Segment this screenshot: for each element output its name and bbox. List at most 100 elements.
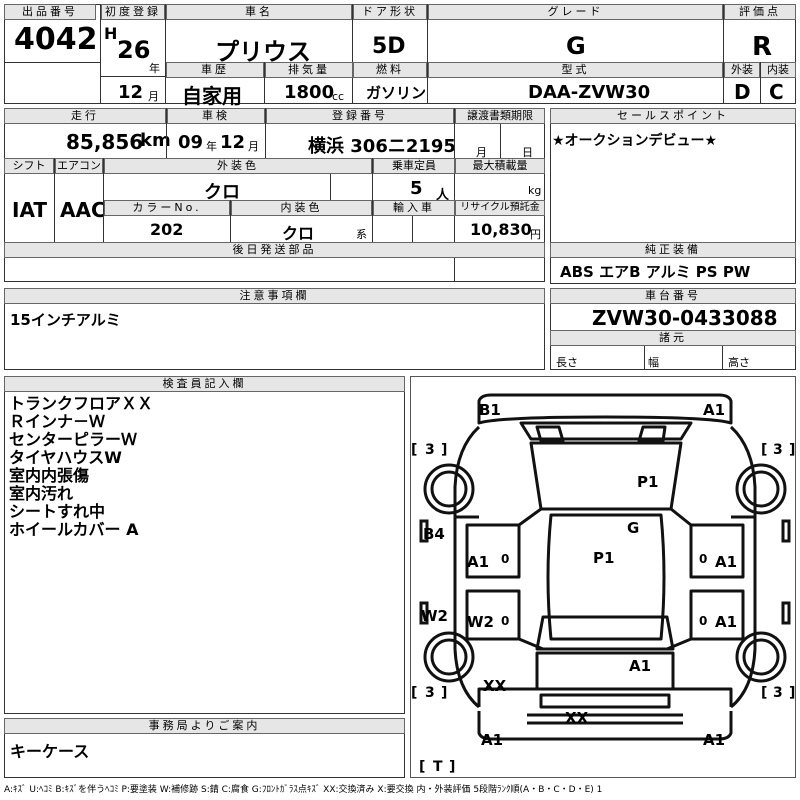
exterior-label: 外装 bbox=[724, 62, 760, 78]
svg-text:0: 0 bbox=[501, 614, 509, 628]
score-label: 評価点 bbox=[724, 4, 796, 20]
inspector-note: 室内内張傷 bbox=[9, 466, 90, 485]
fuel: ガソリン bbox=[366, 84, 427, 102]
recycle-label: リサイクル預託金 bbox=[455, 200, 545, 216]
int-color-label: 内装色 bbox=[231, 200, 372, 216]
spec-label: 諸元 bbox=[550, 330, 796, 346]
mileage: 85,856 bbox=[66, 130, 144, 154]
year-unit: 年 bbox=[149, 62, 160, 75]
lot-no: 4042 bbox=[14, 22, 98, 57]
tire-rl: 3 bbox=[425, 685, 435, 701]
svg-text:[: [ bbox=[419, 759, 425, 775]
code-g-windshield: G bbox=[627, 519, 639, 537]
tire-fl: 3 bbox=[425, 442, 435, 458]
displacement-label: 排気量 bbox=[265, 62, 353, 78]
office-note: キーケース bbox=[10, 742, 90, 761]
code-a1-trunk: A1 bbox=[629, 657, 651, 675]
chassis-no: ZVW30-0433088 bbox=[592, 306, 778, 330]
code-w2-side: W2 bbox=[421, 607, 448, 625]
code-b4: B4 bbox=[423, 525, 445, 543]
code-p1-hood: P1 bbox=[637, 473, 658, 491]
inspection-label: 車検 bbox=[167, 108, 265, 124]
chassis-label: 車台番号 bbox=[550, 288, 796, 304]
inspector-note: センターピラーＷ bbox=[9, 430, 138, 449]
car-diagram-svg: 0 0 0 0 B1 A1 P1 G P1 B4 A1 A1 W2 W2 A1 A1… bbox=[411, 393, 795, 775]
svg-text:]: ] bbox=[789, 685, 795, 701]
code-a1-rear-right-door: A1 bbox=[715, 613, 737, 631]
code-w2-rear-left-door: W2 bbox=[467, 613, 494, 631]
inspector-note: シートすれ中 bbox=[9, 502, 106, 521]
inspection-month-unit: 月 bbox=[248, 140, 259, 153]
caution-label: 注意事項欄 bbox=[4, 288, 545, 304]
inspector-note: Ｒインナ－Ｗ bbox=[9, 412, 106, 431]
max-load-label: 最大積載量 bbox=[455, 158, 545, 174]
first-reg-label: 初度登録 bbox=[101, 4, 165, 20]
ext-color-label: 外装色 bbox=[104, 158, 372, 174]
displacement-unit: cc bbox=[332, 90, 345, 103]
import-label: 輸入車 bbox=[373, 200, 455, 216]
sales-point: ★オークションデビュー★ bbox=[552, 133, 718, 149]
length-label: 長さ bbox=[556, 356, 578, 369]
history-label: 車歴 bbox=[166, 62, 264, 78]
door-label: ドア形状 bbox=[353, 4, 427, 20]
later-parts-label: 後日発送部品 bbox=[4, 242, 545, 258]
month-unit: 月 bbox=[148, 90, 159, 103]
svg-text:]: ] bbox=[441, 685, 447, 701]
width-label: 幅 bbox=[648, 356, 659, 369]
height-label: 高さ bbox=[728, 356, 750, 369]
transfer-label: 譲渡書類期限 bbox=[455, 108, 545, 124]
inspector-label: 検査員記入欄 bbox=[4, 376, 405, 392]
recycle-unit: 円 bbox=[530, 228, 541, 241]
car-name-label: 車名 bbox=[166, 4, 352, 20]
code-a1-front-left-door: A1 bbox=[467, 553, 489, 571]
svg-text:[: [ bbox=[761, 442, 767, 458]
code-a1-front-right-door: A1 bbox=[715, 553, 737, 571]
shift-label: シフト bbox=[4, 158, 54, 174]
equipment-label: 純正装備 bbox=[550, 242, 796, 258]
spare-tire: T bbox=[433, 759, 443, 775]
fuel-label: 燃料 bbox=[353, 62, 427, 78]
int-color: クロ bbox=[282, 224, 315, 243]
svg-text:]: ] bbox=[441, 442, 447, 458]
color-no-label: カラーNo. bbox=[104, 200, 230, 216]
equipment: ABS エアB アルミ PS PW bbox=[560, 263, 751, 281]
recycle: 10,830 bbox=[470, 220, 532, 239]
caution: 15インチアルミ bbox=[10, 311, 121, 329]
inspector-notes: トランクフロアＸＸ Ｒインナ－Ｗ センターピラーＷ タイヤハウスW 室内内張傷 室内汚れシ… bbox=[9, 395, 153, 539]
int-color-unit: 系 bbox=[356, 228, 367, 241]
grade: G bbox=[566, 32, 586, 60]
max-load-unit: kg bbox=[528, 184, 542, 197]
grade-label: グレード bbox=[428, 4, 723, 20]
inspection-year: 09 bbox=[178, 132, 204, 153]
history: 自家用 bbox=[182, 84, 242, 108]
sales-point-label: セールスポイント bbox=[550, 108, 796, 124]
code-a1-rear-left: A1 bbox=[481, 731, 503, 749]
interior-label: 内装 bbox=[760, 62, 796, 78]
aircon: AAC bbox=[60, 198, 106, 222]
capacity-label: 乗車定員 bbox=[373, 158, 455, 174]
damage-diagram: 0 0 0 0 B1 A1 P1 G P1 B4 A1 A1 W2 W2 A1 A1… bbox=[410, 376, 796, 778]
svg-text:]: ] bbox=[789, 442, 795, 458]
exterior-grade: D bbox=[734, 80, 751, 104]
inspector-note: 室内汚れ bbox=[9, 484, 74, 503]
displacement: 1800 bbox=[284, 82, 335, 103]
capacity: 5 bbox=[410, 178, 423, 199]
year: 26 bbox=[117, 36, 151, 64]
svg-text:0: 0 bbox=[699, 614, 707, 628]
lot-no-label: 出品番号 bbox=[4, 4, 96, 20]
office-label: 事務局よりご案内 bbox=[4, 718, 405, 734]
code-a1-rear-right: A1 bbox=[703, 731, 725, 749]
legend-text: A:ｷｽﾞ U:ﾍｺﾐ B:ｷｽﾞを伴うﾍｺﾐ P:要塗装 W:補修跡 S:錆 … bbox=[4, 785, 603, 795]
mileage-label: 走行 bbox=[4, 108, 166, 124]
code-b1: B1 bbox=[479, 401, 501, 419]
score: R bbox=[752, 32, 773, 62]
tire-rr: 3 bbox=[773, 685, 783, 701]
svg-text:0: 0 bbox=[699, 552, 707, 566]
color-no: 202 bbox=[150, 220, 184, 239]
tire-fr: 3 bbox=[773, 442, 783, 458]
reg-no: 横浜 306ニ2195 bbox=[308, 136, 456, 157]
shift: IAT bbox=[12, 198, 48, 222]
svg-text:0: 0 bbox=[501, 552, 509, 566]
model-code: DAA-ZVW30 bbox=[528, 82, 651, 103]
svg-text:]: ] bbox=[449, 759, 455, 775]
